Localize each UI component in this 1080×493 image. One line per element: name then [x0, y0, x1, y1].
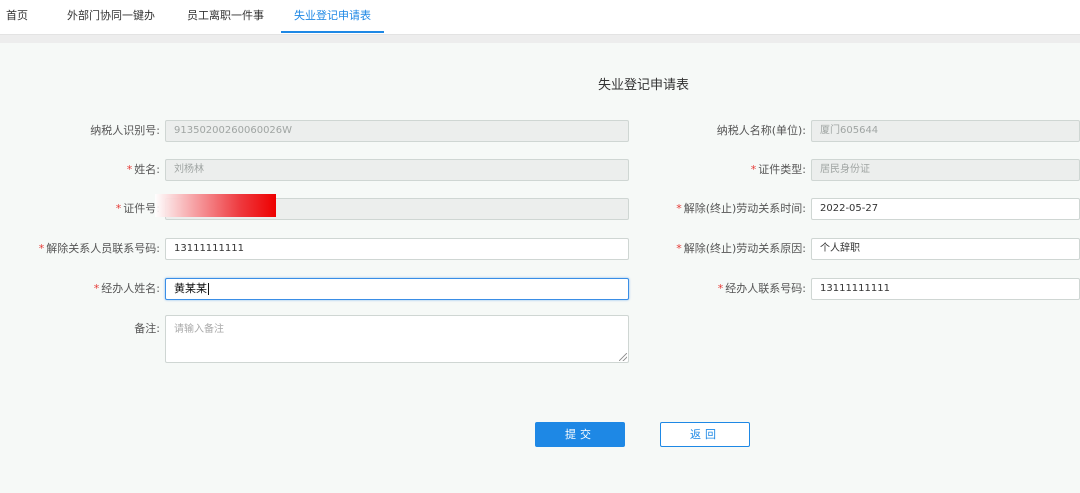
taxpayer-id-label: 纳税人识别号:	[90, 124, 160, 137]
tab-unemployment-registration[interactable]: 失业登记申请表	[281, 0, 384, 33]
name-field[interactable]: 刘杨林	[165, 159, 629, 181]
termination-date-label: * 解除(终止)劳动关系时间:	[676, 202, 806, 215]
handler-phone-field[interactable]: 13111111111	[811, 278, 1080, 300]
redaction-mark	[155, 194, 276, 217]
required-mark: *	[126, 163, 133, 176]
page-title: 失业登记申请表	[597, 78, 689, 93]
taxpayer-id-field[interactable]: 91350200260060026W	[165, 120, 629, 142]
submit-button[interactable]: 提交	[535, 422, 625, 447]
termination-reason-field[interactable]: 个人辞职	[811, 238, 1080, 260]
id-number-label: * 证件号:	[115, 202, 160, 215]
taxpayer-name-field[interactable]: 厦门605644	[811, 120, 1080, 142]
required-mark: *	[676, 202, 682, 215]
handler-name-field[interactable]: 黄某某	[165, 278, 629, 300]
tab-employee-resignation[interactable]: 员工离职一件事	[187, 0, 264, 31]
id-type-field[interactable]: 居民身份证	[811, 159, 1080, 181]
handler-phone-label: * 经办人联系号码:	[717, 282, 806, 295]
taxpayer-name-label: 纳税人名称(单位):	[716, 124, 806, 137]
remarks-label: 备注:	[134, 322, 160, 335]
resize-handle-icon[interactable]	[619, 353, 627, 361]
termination-date-field[interactable]: 2022-05-27	[811, 198, 1080, 220]
top-nav: 首页 外部门协同一键办 员工离职一件事 失业登记申请表	[0, 0, 1080, 35]
back-button[interactable]: 返回	[660, 422, 750, 447]
handler-name-label: * 经办人姓名:	[93, 282, 160, 295]
header-divider	[0, 35, 1080, 43]
handler-name-value: 黄某某	[174, 282, 207, 295]
contact-phone-field[interactable]: 13111111111	[165, 238, 629, 260]
tab-home[interactable]: 首页	[6, 0, 28, 31]
required-mark: *	[38, 242, 45, 255]
required-mark: *	[717, 282, 724, 295]
remarks-placeholder: 请输入备注	[174, 324, 224, 335]
name-label: * 姓名:	[126, 163, 160, 176]
remarks-textarea[interactable]: 请输入备注	[165, 315, 629, 363]
required-mark: *	[676, 242, 682, 255]
tab-cross-department[interactable]: 外部门协同一键办	[67, 0, 155, 31]
required-mark: *	[115, 202, 122, 215]
termination-reason-label: * 解除(终止)劳动关系原因:	[676, 242, 806, 255]
contact-phone-label: * 解除关系人员联系号码:	[38, 242, 160, 255]
text-caret	[208, 283, 209, 295]
required-mark: *	[750, 163, 757, 176]
id-type-label: * 证件类型:	[750, 163, 806, 176]
required-mark: *	[93, 282, 100, 295]
